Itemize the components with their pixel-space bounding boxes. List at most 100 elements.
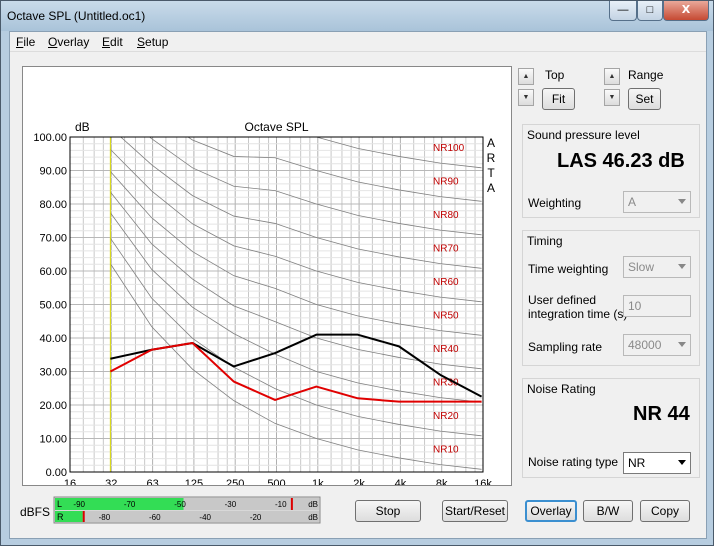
meter-channel-r-label: R xyxy=(57,512,64,522)
noise-rating-type-label: Noise rating type xyxy=(528,455,619,469)
y-tick-label: 30.00 xyxy=(39,367,67,379)
y-tick-label: 10.00 xyxy=(39,434,67,446)
meter-top-scale-label: dB xyxy=(308,500,318,509)
stop-button[interactable]: Stop xyxy=(355,500,421,522)
title-bar[interactable]: Octave SPL (Untitled.oc1) — □ X xyxy=(1,1,713,31)
y-tick-label: 90.00 xyxy=(39,166,67,178)
meter-bottom-scale-label: dB xyxy=(308,513,318,522)
menu-overlay[interactable]: Overlay xyxy=(48,35,89,49)
meter-top-scale-label: -30 xyxy=(225,500,237,509)
range-up-spinner[interactable]: ▲ xyxy=(604,68,620,85)
meter-bottom-scale-label: -60 xyxy=(149,513,161,522)
noise-rating-type-select[interactable]: NR xyxy=(623,452,691,474)
start-reset-button[interactable]: Start/Reset xyxy=(442,500,508,522)
meter-bottom-scale-label: -80 xyxy=(99,513,111,522)
menu-bar: File Overlay Edit Setup xyxy=(10,32,706,52)
time-weighting-label: Time weighting xyxy=(528,262,609,276)
side-label-letter: T xyxy=(487,166,495,180)
sampling-rate-select[interactable]: 48000 xyxy=(623,334,691,356)
menu-file-label: ile xyxy=(23,35,36,49)
integration-time-value: 10 xyxy=(628,299,642,313)
meter-top-scale-label: -90 xyxy=(73,500,85,509)
menu-edit[interactable]: Edit xyxy=(102,35,123,49)
chevron-down-icon xyxy=(678,342,686,347)
minimize-button[interactable]: — xyxy=(609,1,637,21)
set-button[interactable]: Set xyxy=(628,88,661,110)
weighting-label: Weighting xyxy=(528,196,582,210)
maximize-button[interactable]: □ xyxy=(637,1,663,21)
side-label-letter: R xyxy=(487,151,496,165)
spl-group: Sound pressure level LAS 46.23 dB Weight… xyxy=(522,124,700,218)
app-window: Octave SPL (Untitled.oc1) — □ X File Ove… xyxy=(0,0,714,546)
noise-rating-group-title: Noise Rating xyxy=(527,382,596,396)
nr-curve-label: NR100 xyxy=(433,143,465,154)
weighting-select[interactable]: A xyxy=(623,191,691,213)
noise-rating-readout: NR 44 xyxy=(633,403,690,425)
nr-curve-label: NR60 xyxy=(433,277,459,288)
side-label-letter: A xyxy=(487,181,495,195)
time-weighting-select[interactable]: Slow xyxy=(623,256,691,278)
menu-setup-mnemonic: S xyxy=(137,35,146,49)
y-tick-label: 80.00 xyxy=(39,199,67,211)
range-label: Range xyxy=(628,68,664,82)
time-weighting-value: Slow xyxy=(628,260,655,274)
meter-channel-r-bg xyxy=(55,511,319,522)
x-tick-label: 2k xyxy=(353,478,365,485)
menu-setup[interactable]: Setup xyxy=(137,35,168,49)
side-label-letter: A xyxy=(487,136,495,150)
nr-curve-label: NR80 xyxy=(433,210,459,221)
x-tick-label: 500 xyxy=(267,478,285,485)
y-tick-label: 20.00 xyxy=(39,400,67,412)
nr-curve-label: NR10 xyxy=(433,445,459,456)
y-tick-label: 100.00 xyxy=(33,132,67,144)
menu-file[interactable]: File xyxy=(16,35,35,49)
bw-button[interactable]: B/W xyxy=(583,500,633,522)
chevron-down-icon xyxy=(678,264,686,269)
fit-button[interactable]: Fit xyxy=(542,88,575,110)
level-meter: LR -90 -70 -50 -30 -10 dB -80 -60 -40 -20 dB xyxy=(53,496,321,524)
noise-rating-group: Noise Rating NR 44 Noise rating type NR xyxy=(522,378,700,478)
client-area: File Overlay Edit Setup NR10 NR20 NR30 NR40… xyxy=(9,31,707,539)
x-tick-label: 125 xyxy=(185,478,203,485)
overlay-button[interactable]: Overlay xyxy=(525,500,577,522)
top-label: Top xyxy=(545,68,565,82)
x-tick-label: 4k xyxy=(395,478,407,485)
timing-group: Timing Time weighting Slow User defined … xyxy=(522,230,700,366)
x-tick-label: 250 xyxy=(226,478,244,485)
meter-top-scale-label: -10 xyxy=(275,500,287,509)
close-button[interactable]: X xyxy=(663,1,709,21)
range-down-spinner[interactable]: ▼ xyxy=(604,89,620,106)
top-down-spinner[interactable]: ▼ xyxy=(518,89,534,106)
chevron-down-icon xyxy=(678,199,686,204)
nr-curve-label: NR20 xyxy=(433,411,459,422)
x-tick-label: 8k xyxy=(436,478,448,485)
spl-group-title: Sound pressure level xyxy=(527,128,640,142)
copy-button[interactable]: Copy xyxy=(640,500,690,522)
timing-group-title: Timing xyxy=(527,234,563,248)
meter-top-scale-label: -50 xyxy=(174,500,186,509)
x-tick-label: 32 xyxy=(105,478,117,485)
y-tick-label: 60.00 xyxy=(39,266,67,278)
menu-setup-label: etup xyxy=(145,35,169,49)
meter-peak-l xyxy=(290,498,293,510)
nr-curve-label: NR50 xyxy=(433,311,459,322)
meter-peak-r xyxy=(82,511,85,522)
meter-channel-l-label: L xyxy=(57,499,62,509)
spl-readout: LAS 46.23 dB xyxy=(557,150,685,172)
meter-top-scale-label: -70 xyxy=(124,500,136,509)
window-title: Octave SPL (Untitled.oc1) xyxy=(7,9,146,23)
octave-spl-chart[interactable]: NR10NR20NR30NR40NR50NR60NR70NR80NR90NR10… xyxy=(23,67,511,506)
nr-curve-label: NR40 xyxy=(433,344,459,355)
top-up-spinner[interactable]: ▲ xyxy=(518,68,534,85)
integration-time-input[interactable]: 10 xyxy=(623,295,691,317)
chart-frame: NR10 NR20 NR30 NR40 NR50 NR60 NR70 NR80 NR90 NR10… xyxy=(22,66,512,506)
sampling-rate-label: Sampling rate xyxy=(528,340,603,354)
sampling-rate-value: 48000 xyxy=(628,338,662,352)
nr-curve-label: NR70 xyxy=(433,244,459,255)
x-tick-label: 63 xyxy=(146,478,158,485)
chevron-down-icon xyxy=(678,460,686,465)
weighting-value: A xyxy=(628,195,637,209)
menu-edit-label: dit xyxy=(110,35,123,49)
y-tick-label: 70.00 xyxy=(39,233,67,245)
chart-title: Octave SPL xyxy=(244,120,308,134)
